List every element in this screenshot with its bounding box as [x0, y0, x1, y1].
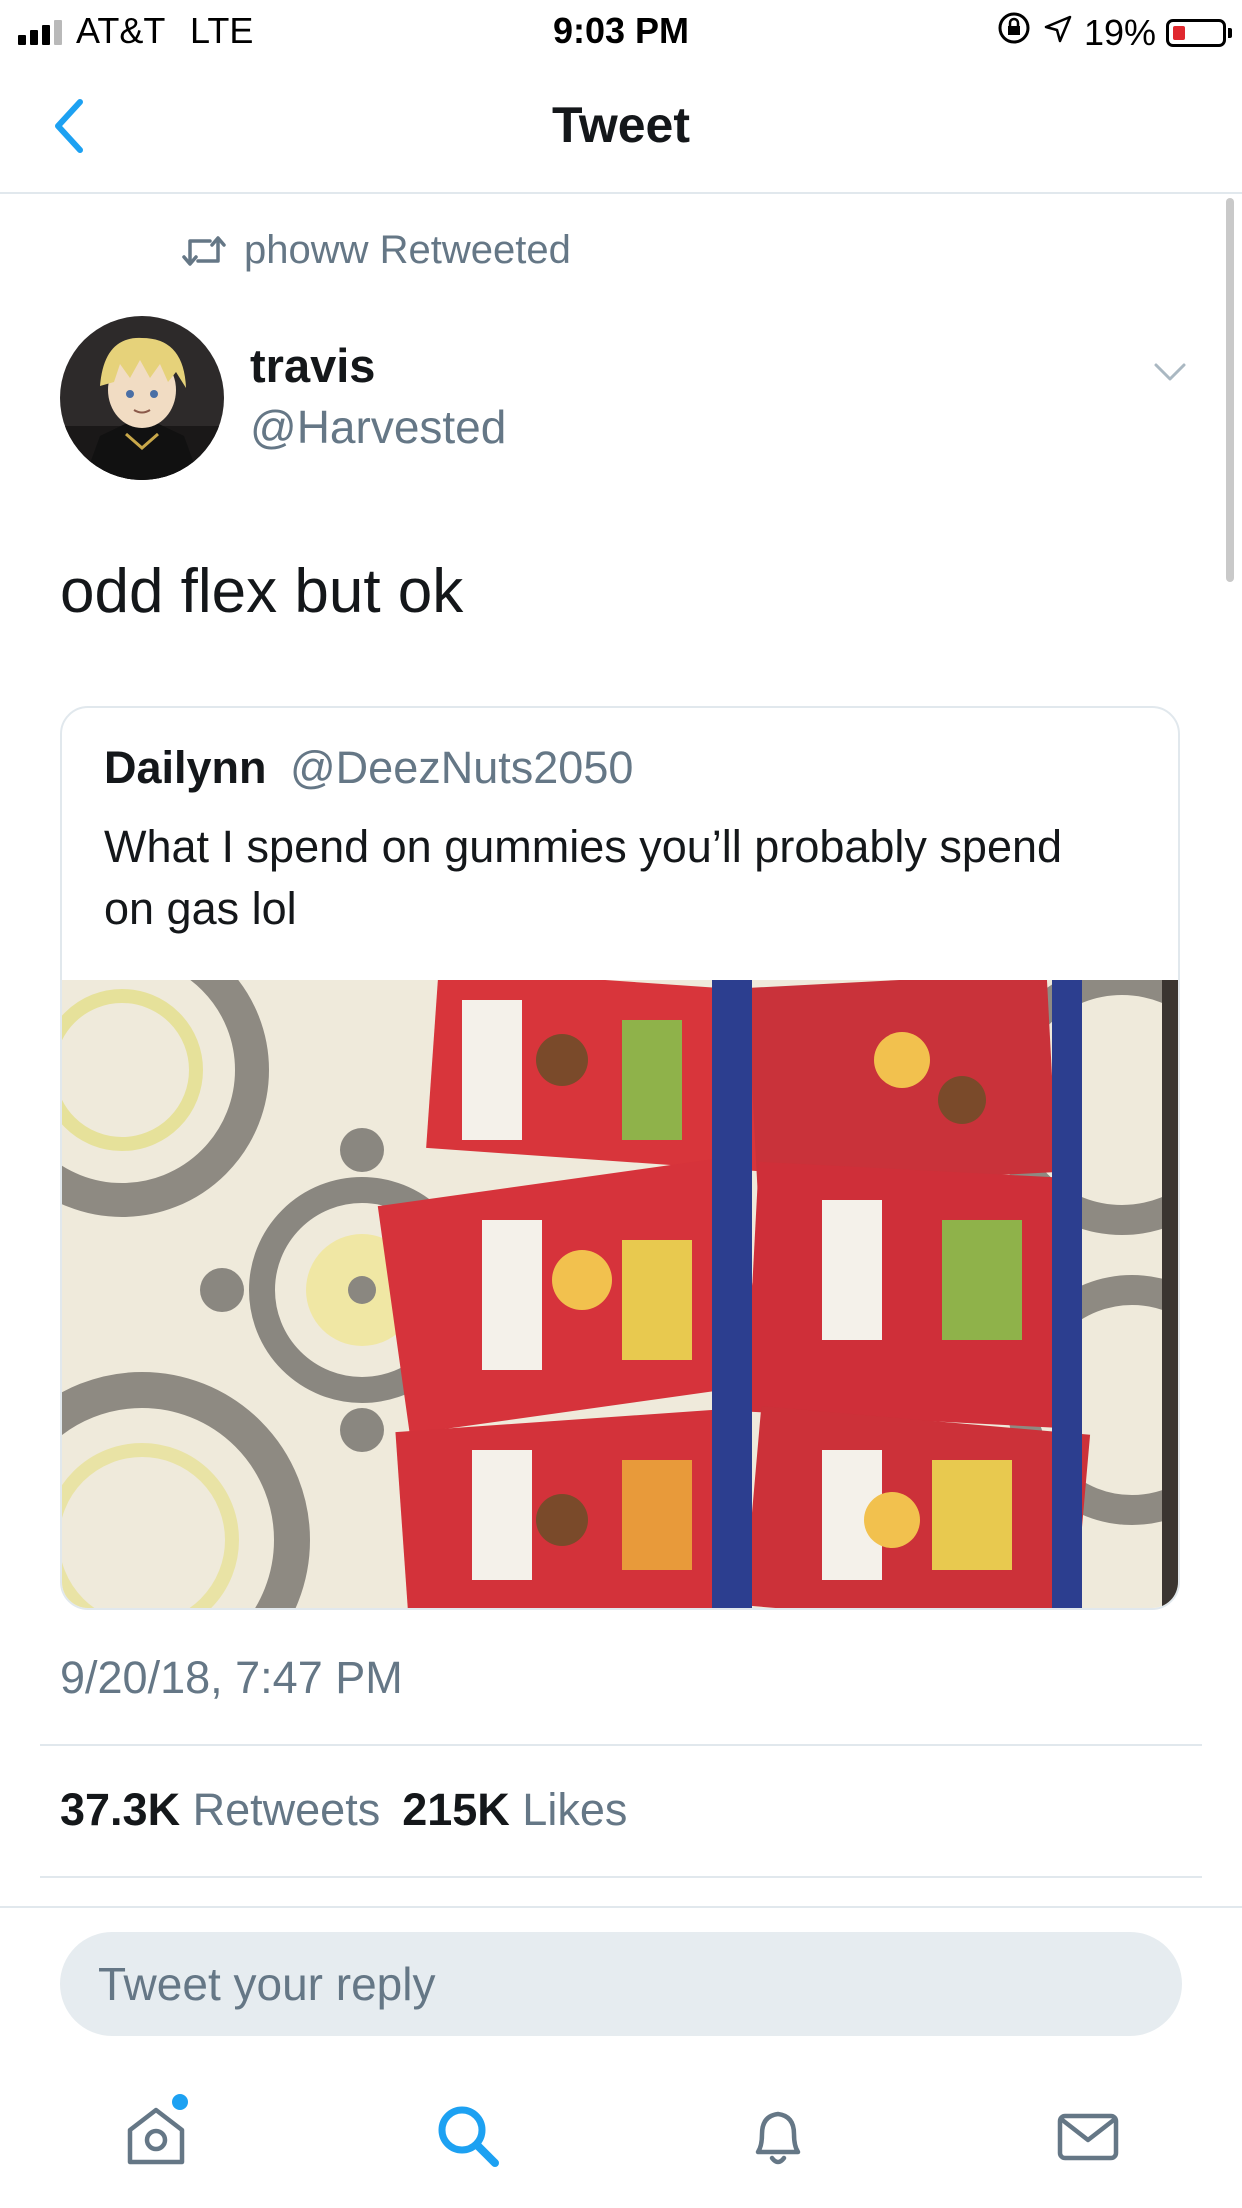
quoted-tweet-card[interactable]: Dailynn @DeezNuts2050 What I spend on gu…	[60, 706, 1180, 1610]
tweet-text: odd flex but ok	[60, 557, 464, 626]
notification-dot	[172, 2094, 188, 2110]
reply-input[interactable]	[60, 1932, 1182, 2036]
chevron-down-icon	[1154, 363, 1186, 381]
likes-count: 215K	[402, 1784, 510, 1835]
status-right: 19%	[996, 10, 1232, 55]
author-handle[interactable]: @Harvested	[250, 400, 506, 454]
retweet-label: phoww Retweeted	[244, 228, 571, 272]
rotation-lock-icon	[996, 10, 1032, 55]
tab-notifications[interactable]	[742, 2100, 814, 2172]
divider	[40, 1876, 1202, 1878]
home-icon	[127, 2107, 185, 2165]
tab-home[interactable]	[120, 2094, 192, 2172]
quoted-tweet-text: What I spend on gummies you’ll probably …	[104, 821, 1063, 934]
tweet-stats: 37.3K Retweets 215K Likes	[60, 1784, 627, 1836]
quoted-author-name: Dailynn	[104, 742, 267, 793]
retweet-context[interactable]: phoww Retweeted	[182, 228, 571, 273]
location-arrow-icon	[1042, 12, 1074, 54]
avatar[interactable]	[60, 316, 224, 480]
status-bar: AT&T LTE 9:03 PM 19%	[0, 0, 1242, 62]
divider	[40, 1744, 1202, 1746]
tweet-options-button[interactable]	[1150, 352, 1190, 392]
retweets-label: Retweets	[192, 1784, 381, 1835]
bell-icon	[755, 2111, 801, 2165]
battery-percent: 19%	[1083, 11, 1156, 53]
tweet-timestamp: 9/20/18, 7:47 PM	[60, 1652, 403, 1703]
mail-icon	[1057, 2113, 1119, 2161]
quoted-tweet-photo[interactable]	[62, 923, 1178, 1608]
retweets-count: 37.3K	[60, 1784, 181, 1835]
tab-messages[interactable]	[1052, 2100, 1124, 2172]
likes-stat[interactable]: 215K Likes	[402, 1784, 627, 1836]
likes-label: Likes	[522, 1784, 628, 1835]
battery-icon	[1166, 18, 1232, 47]
quoted-author-handle: @DeezNuts2050	[290, 742, 634, 793]
tab-search[interactable]	[432, 2100, 504, 2172]
page-title: Tweet	[552, 97, 690, 153]
divider	[0, 1906, 1242, 1908]
navigation-bar: Tweet	[0, 62, 1242, 194]
scrollbar[interactable]	[1226, 198, 1234, 582]
retweets-stat[interactable]: 37.3K Retweets	[60, 1784, 380, 1836]
retweet-icon	[182, 235, 226, 266]
author-name[interactable]: travis	[250, 338, 375, 393]
search-icon	[438, 2106, 499, 2167]
